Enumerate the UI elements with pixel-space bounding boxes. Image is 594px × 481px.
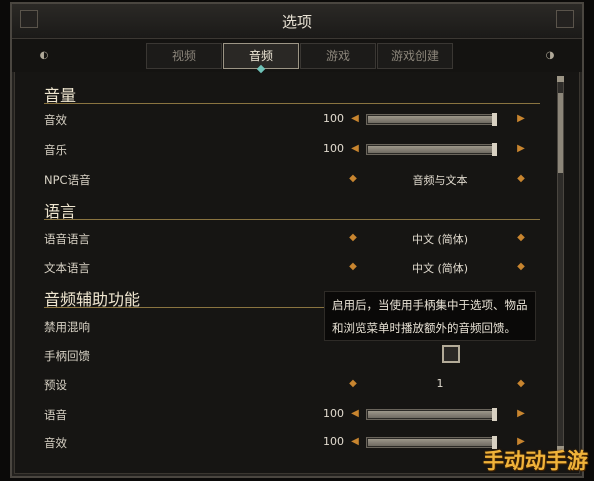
- corner-ornament-icon: [556, 10, 574, 28]
- arrow-right-icon[interactable]: ◆: [516, 233, 526, 243]
- title-bar: 选项: [12, 4, 582, 39]
- section-divider: [44, 307, 334, 308]
- arrow-left-icon[interactable]: ◀: [350, 144, 360, 154]
- setting-music-label: 音乐: [44, 143, 67, 157]
- arrow-right-icon[interactable]: ▶: [516, 144, 526, 154]
- setting-voice-language-label: 语音语言: [44, 232, 90, 246]
- slider-fill: [368, 116, 494, 123]
- sfx-slider[interactable]: [366, 113, 497, 126]
- arrow-right-icon[interactable]: ▶: [516, 409, 526, 419]
- setting-sfx2-value: 100: [323, 435, 344, 448]
- tooltip-line: 启用后，当使用手柄集中于选项、物品: [332, 298, 528, 312]
- setting-music-value: 100: [323, 142, 344, 155]
- setting-npc-voice-label: NPC语音: [44, 173, 91, 187]
- scroll-cap-top: [557, 76, 564, 82]
- arrow-left-icon[interactable]: ◆: [348, 174, 358, 184]
- arrow-left-icon[interactable]: ◆: [348, 233, 358, 243]
- arrow-left-icon[interactable]: ◆: [348, 262, 358, 272]
- arrow-right-icon[interactable]: ◆: [516, 262, 526, 272]
- tab-game-creation[interactable]: 游戏创建: [377, 43, 453, 69]
- arrow-right-icon[interactable]: ▶: [516, 114, 526, 124]
- setting-voice-value: 100: [323, 407, 344, 420]
- tab-label: 音频: [248, 49, 273, 63]
- tab-label: 视频: [171, 49, 196, 63]
- setting-disable-mix-label: 禁用混响: [44, 320, 90, 334]
- section-divider: [44, 103, 540, 104]
- music-slider[interactable]: [366, 143, 497, 156]
- tab-audio[interactable]: 音频: [223, 43, 299, 74]
- setting-voice-label: 语音: [44, 408, 67, 422]
- tooltip-line: 和浏览菜单时播放额外的音频回馈。: [332, 321, 516, 335]
- setting-controller-feedback-label: 手柄回馈: [44, 349, 90, 363]
- sfx2-slider[interactable]: [366, 436, 497, 449]
- setting-sfx-label: 音效: [44, 113, 67, 127]
- npc-voice-selector-value[interactable]: 音频与文本: [370, 172, 510, 188]
- scroll-thumb[interactable]: [558, 93, 563, 173]
- text-language-selector-value[interactable]: 中文 (简体): [370, 260, 510, 276]
- slider-fill: [368, 411, 494, 418]
- window-title: 选项: [281, 13, 312, 31]
- slider-knob[interactable]: [492, 113, 497, 126]
- arrow-left-icon[interactable]: ◀: [350, 114, 360, 124]
- setting-sfx-value: 100: [323, 112, 344, 125]
- setting-text-language-label: 文本语言: [44, 261, 90, 275]
- watermark: 手动动手游: [483, 449, 588, 473]
- voice-language-selector-value[interactable]: 中文 (简体): [370, 231, 510, 247]
- bumper-right-icon[interactable]: ◑: [542, 51, 558, 61]
- options-window: 选项 ◐ 视频 音频 游戏 游戏创建 ◑ 音量 音效 100 ◀ ▶ 音乐 10…: [10, 2, 584, 478]
- tab-label: 游戏创建: [390, 49, 439, 63]
- tab-label: 游戏: [325, 49, 350, 63]
- arrow-right-icon[interactable]: ◆: [516, 379, 526, 389]
- arrow-left-icon[interactable]: ◀: [350, 409, 360, 419]
- arrow-right-icon[interactable]: ◆: [516, 174, 526, 184]
- slider-knob[interactable]: [492, 408, 497, 421]
- slider-fill: [368, 146, 494, 153]
- controller-feedback-checkbox[interactable]: [442, 345, 460, 363]
- tab-game[interactable]: 游戏: [300, 43, 376, 69]
- tab-bar: ◐ 视频 音频 游戏 游戏创建 ◑: [12, 39, 582, 74]
- arrow-left-icon[interactable]: ◀: [350, 437, 360, 447]
- section-divider: [44, 219, 540, 220]
- setting-preset-label: 预设: [44, 378, 67, 392]
- preset-selector-value[interactable]: 1: [370, 377, 510, 390]
- voice-slider[interactable]: [366, 408, 497, 421]
- slider-knob[interactable]: [492, 143, 497, 156]
- settings-list: 音量 音效 100 ◀ ▶ 音乐 100 ◀ ▶ NPC语音 ◆ 音频与文本 ◆…: [32, 74, 542, 480]
- slider-fill: [368, 439, 494, 446]
- bumper-left-icon[interactable]: ◐: [36, 51, 52, 61]
- active-tab-marker-icon: [256, 64, 266, 74]
- scrollbar[interactable]: [557, 76, 564, 452]
- tab-video[interactable]: 视频: [146, 43, 222, 69]
- arrow-left-icon[interactable]: ◆: [348, 379, 358, 389]
- tooltip: 启用后，当使用手柄集中于选项、物品 和浏览菜单时播放额外的音频回馈。: [324, 291, 536, 341]
- setting-sfx2-label: 音效: [44, 436, 67, 450]
